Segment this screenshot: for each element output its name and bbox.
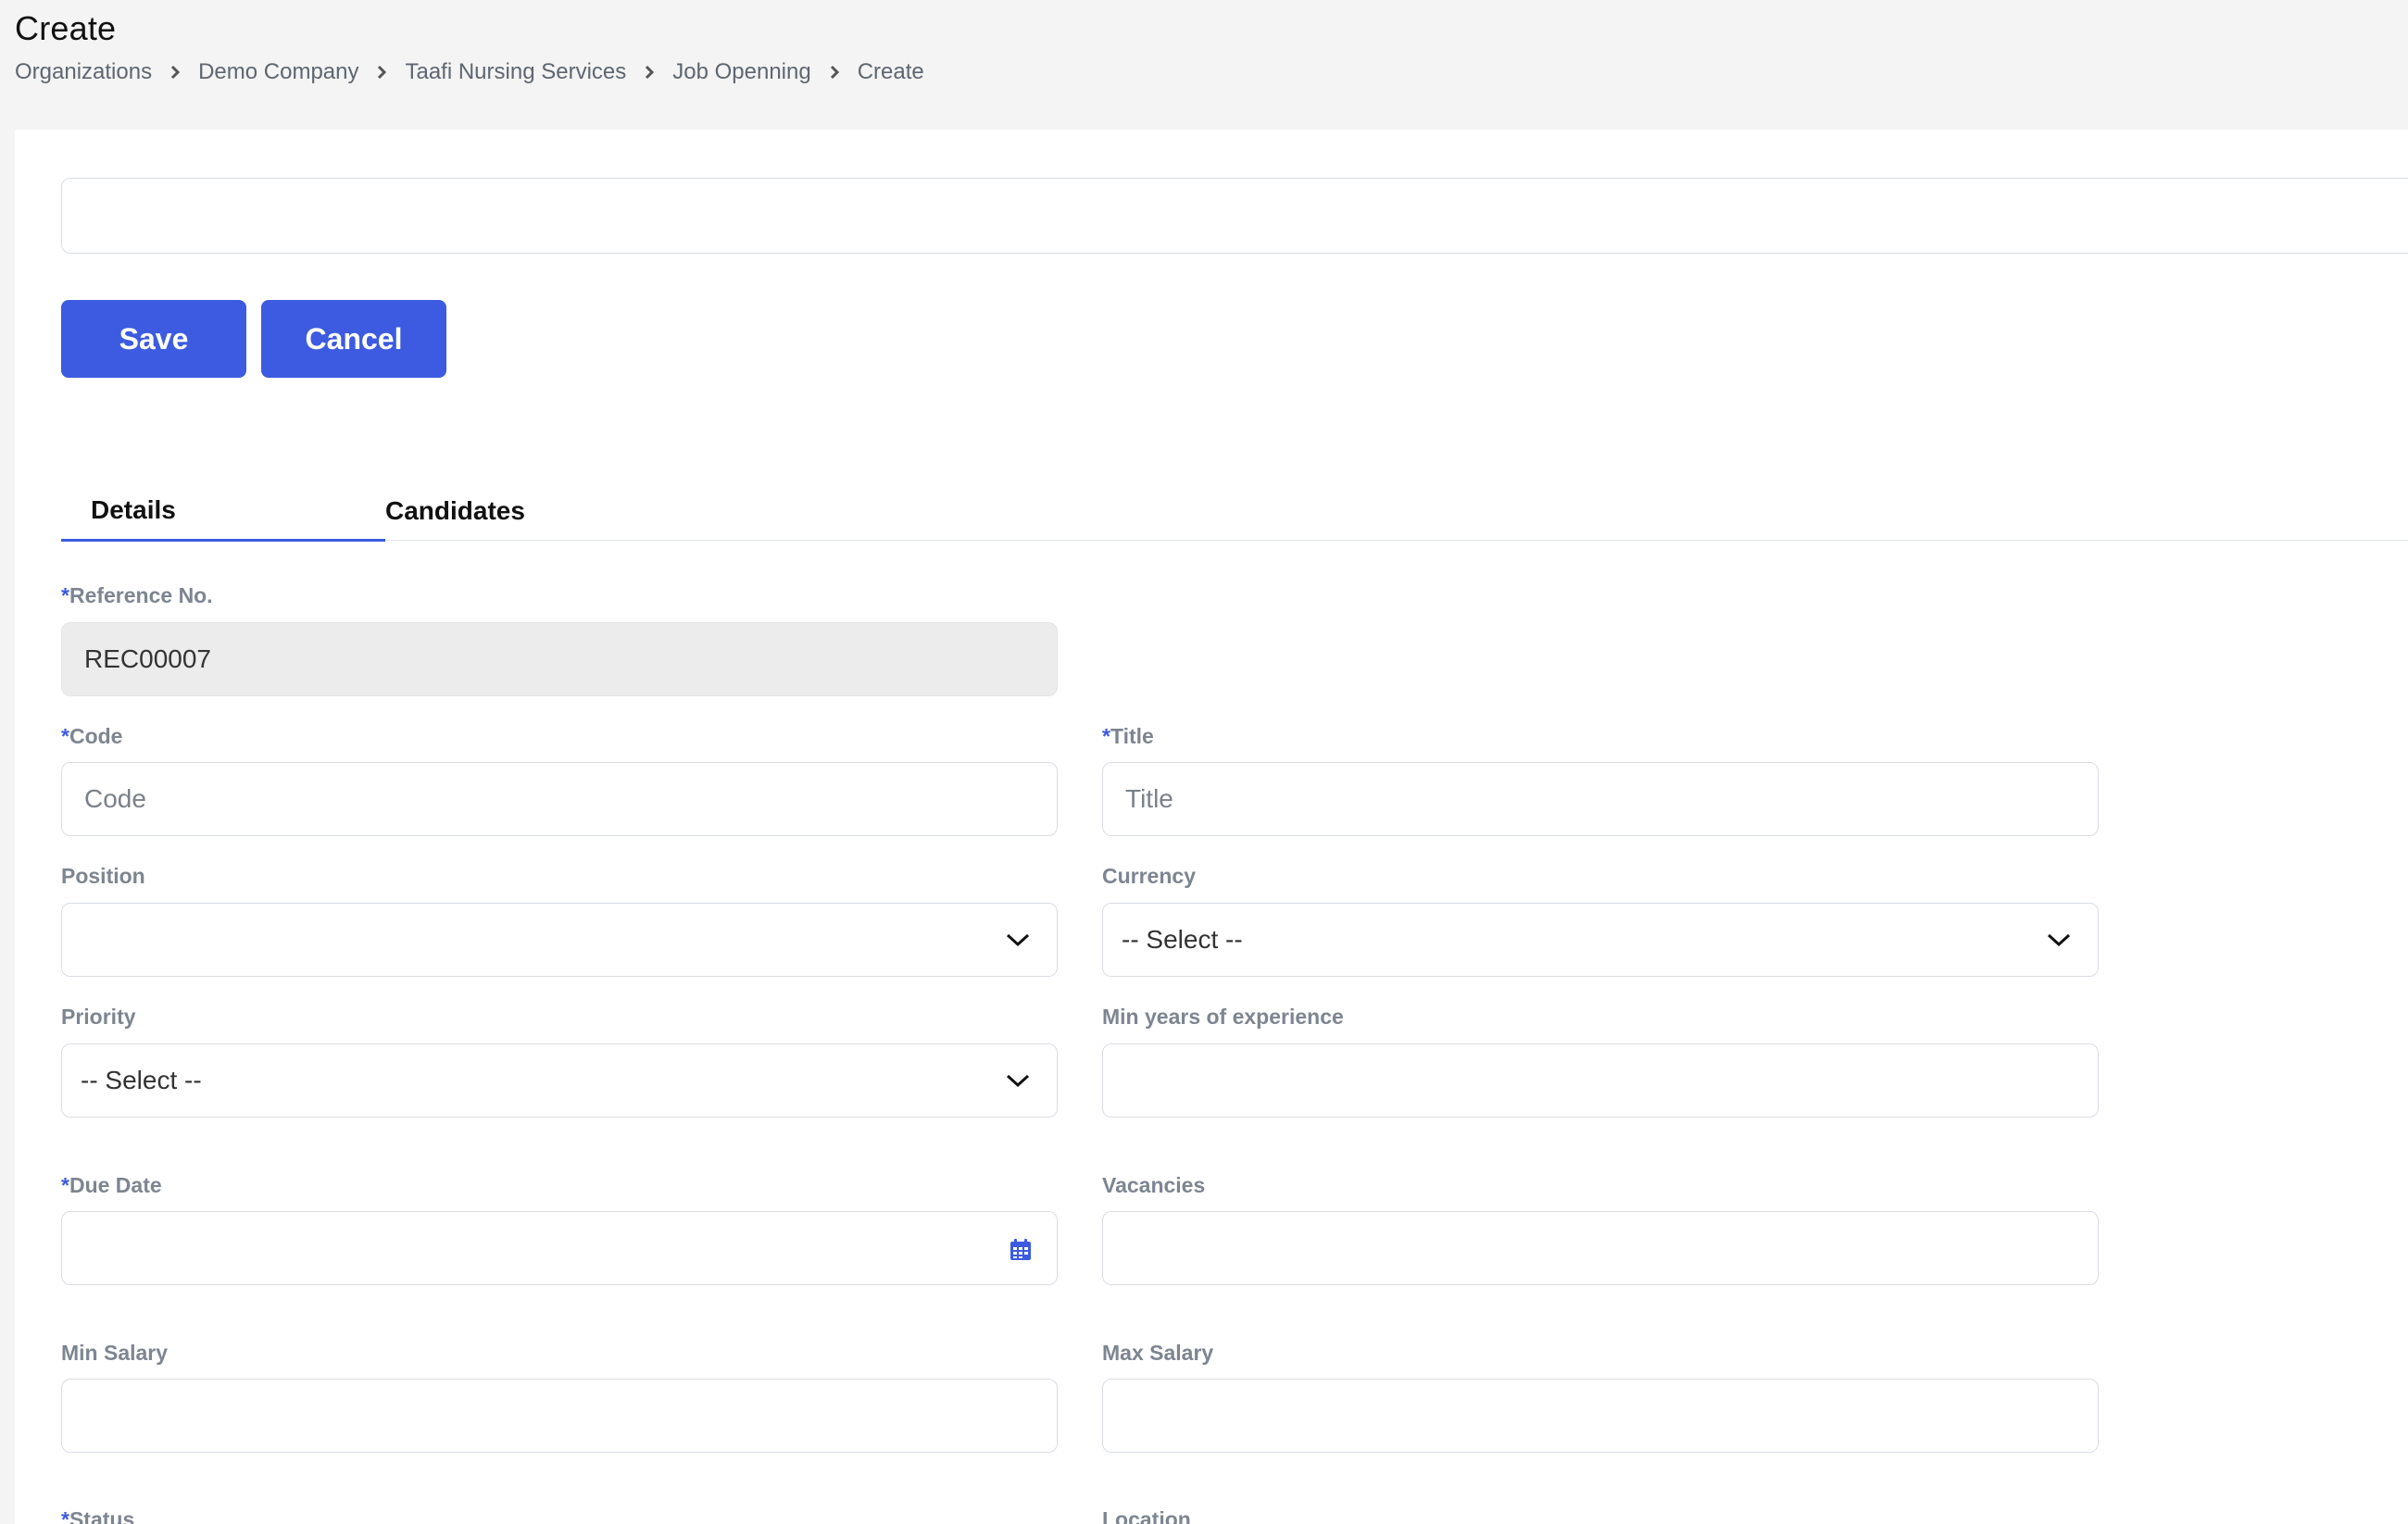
code-input[interactable]: Code: [61, 762, 1058, 836]
chevron-right-icon: [169, 64, 182, 81]
calendar-icon[interactable]: [1009, 1238, 1033, 1268]
breadcrumb-job-openning[interactable]: Job Openning: [672, 59, 810, 85]
reference-no-field: REC00007: [61, 622, 1058, 696]
vacancies-input[interactable]: [1102, 1211, 2099, 1285]
min-years-label: Min years of experience: [1102, 1005, 1344, 1029]
chevron-right-icon: [375, 64, 388, 81]
position-label: Position: [61, 864, 145, 888]
breadcrumb-create: Create: [857, 59, 924, 84]
chevron-right-icon: [643, 64, 656, 81]
breadcrumb-taafi-nursing-services[interactable]: Taafi Nursing Services: [405, 59, 626, 85]
breadcrumb-demo-company[interactable]: Demo Company: [198, 59, 358, 85]
tab-bar: Details Candidates: [61, 481, 2408, 542]
form-panel: Save Cancel Details Candidates *Referenc…: [15, 130, 2408, 1524]
chevron-down-icon: [1005, 1072, 1031, 1089]
max-salary-label: Max Salary: [1102, 1341, 1214, 1365]
page-header: Create Organizations Demo Company Taafi …: [15, 9, 924, 85]
max-salary-input[interactable]: [1102, 1379, 2099, 1453]
save-button[interactable]: Save: [61, 300, 246, 378]
priority-select[interactable]: -- Select --: [61, 1043, 1058, 1118]
chevron-down-icon: [2046, 931, 2072, 948]
min-years-input[interactable]: [1102, 1043, 2099, 1118]
currency-select[interactable]: -- Select --: [1102, 903, 2099, 977]
tab-candidates[interactable]: Candidates: [385, 481, 663, 541]
tab-details[interactable]: Details: [61, 481, 385, 542]
due-date-label: *Due Date: [61, 1173, 162, 1197]
due-date-input[interactable]: [61, 1211, 1058, 1285]
min-salary-label: Min Salary: [61, 1341, 169, 1365]
chevron-right-icon: [828, 64, 841, 81]
code-label: *Code: [61, 724, 123, 748]
chevron-down-icon: [1005, 931, 1031, 948]
location-label: Location: [1102, 1507, 1191, 1524]
breadcrumb-organizations[interactable]: Organizations: [15, 59, 152, 85]
priority-label: Priority: [61, 1005, 136, 1029]
status-label: *Status: [61, 1507, 135, 1524]
page-title: Create: [15, 9, 117, 47]
title-label: *Title: [1102, 724, 1154, 748]
min-salary-input[interactable]: [61, 1379, 1058, 1453]
cancel-button[interactable]: Cancel: [261, 300, 446, 378]
currency-label: Currency: [1102, 864, 1196, 888]
vacancies-label: Vacancies: [1102, 1173, 1206, 1197]
title-input[interactable]: Title: [1102, 762, 2099, 836]
breadcrumb: Organizations Demo Company Taafi Nursing…: [15, 59, 924, 85]
position-select[interactable]: [61, 903, 1058, 977]
reference-no-label: *Reference No.: [61, 583, 213, 607]
header-input[interactable]: [61, 178, 2408, 254]
